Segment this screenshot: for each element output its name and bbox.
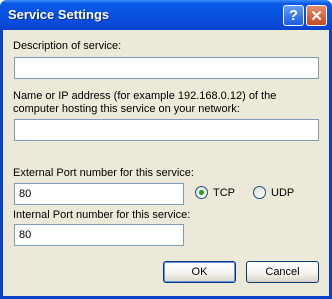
host-label-line2: computer hosting this service on your ne… (13, 103, 240, 115)
title-bar[interactable]: Service Settings ? ✕ (0, 0, 332, 30)
external-port-input[interactable] (14, 183, 184, 205)
help-button[interactable]: ? (283, 5, 304, 26)
close-icon: ✕ (310, 7, 323, 25)
dialog-body: Description of service: Name or IP addre… (3, 30, 329, 296)
dialog-title: Service Settings (8, 7, 110, 22)
tcp-radio-label: TCP (213, 186, 235, 199)
description-label: Description of service: (13, 40, 122, 52)
external-port-label: External Port number for this service: (13, 167, 194, 179)
service-settings-dialog: Service Settings ? ✕ Description of serv… (0, 0, 332, 299)
host-address-input[interactable] (14, 119, 319, 141)
udp-radio-circle[interactable] (253, 186, 266, 199)
close-button[interactable]: ✕ (306, 5, 327, 26)
help-icon: ? (288, 7, 299, 24)
description-input[interactable] (14, 57, 319, 79)
internal-port-label: Internal Port number for this service: (13, 209, 191, 221)
udp-radio[interactable]: UDP (253, 186, 294, 199)
internal-port-input[interactable] (14, 224, 184, 246)
udp-radio-label: UDP (271, 186, 295, 199)
tcp-radio-circle[interactable] (195, 186, 208, 199)
ok-button[interactable]: OK (163, 261, 236, 283)
tcp-radio[interactable]: TCP (195, 186, 235, 199)
host-label-line1: Name or IP address (for example 192.168.… (13, 90, 277, 102)
cancel-button[interactable]: Cancel (246, 261, 319, 283)
